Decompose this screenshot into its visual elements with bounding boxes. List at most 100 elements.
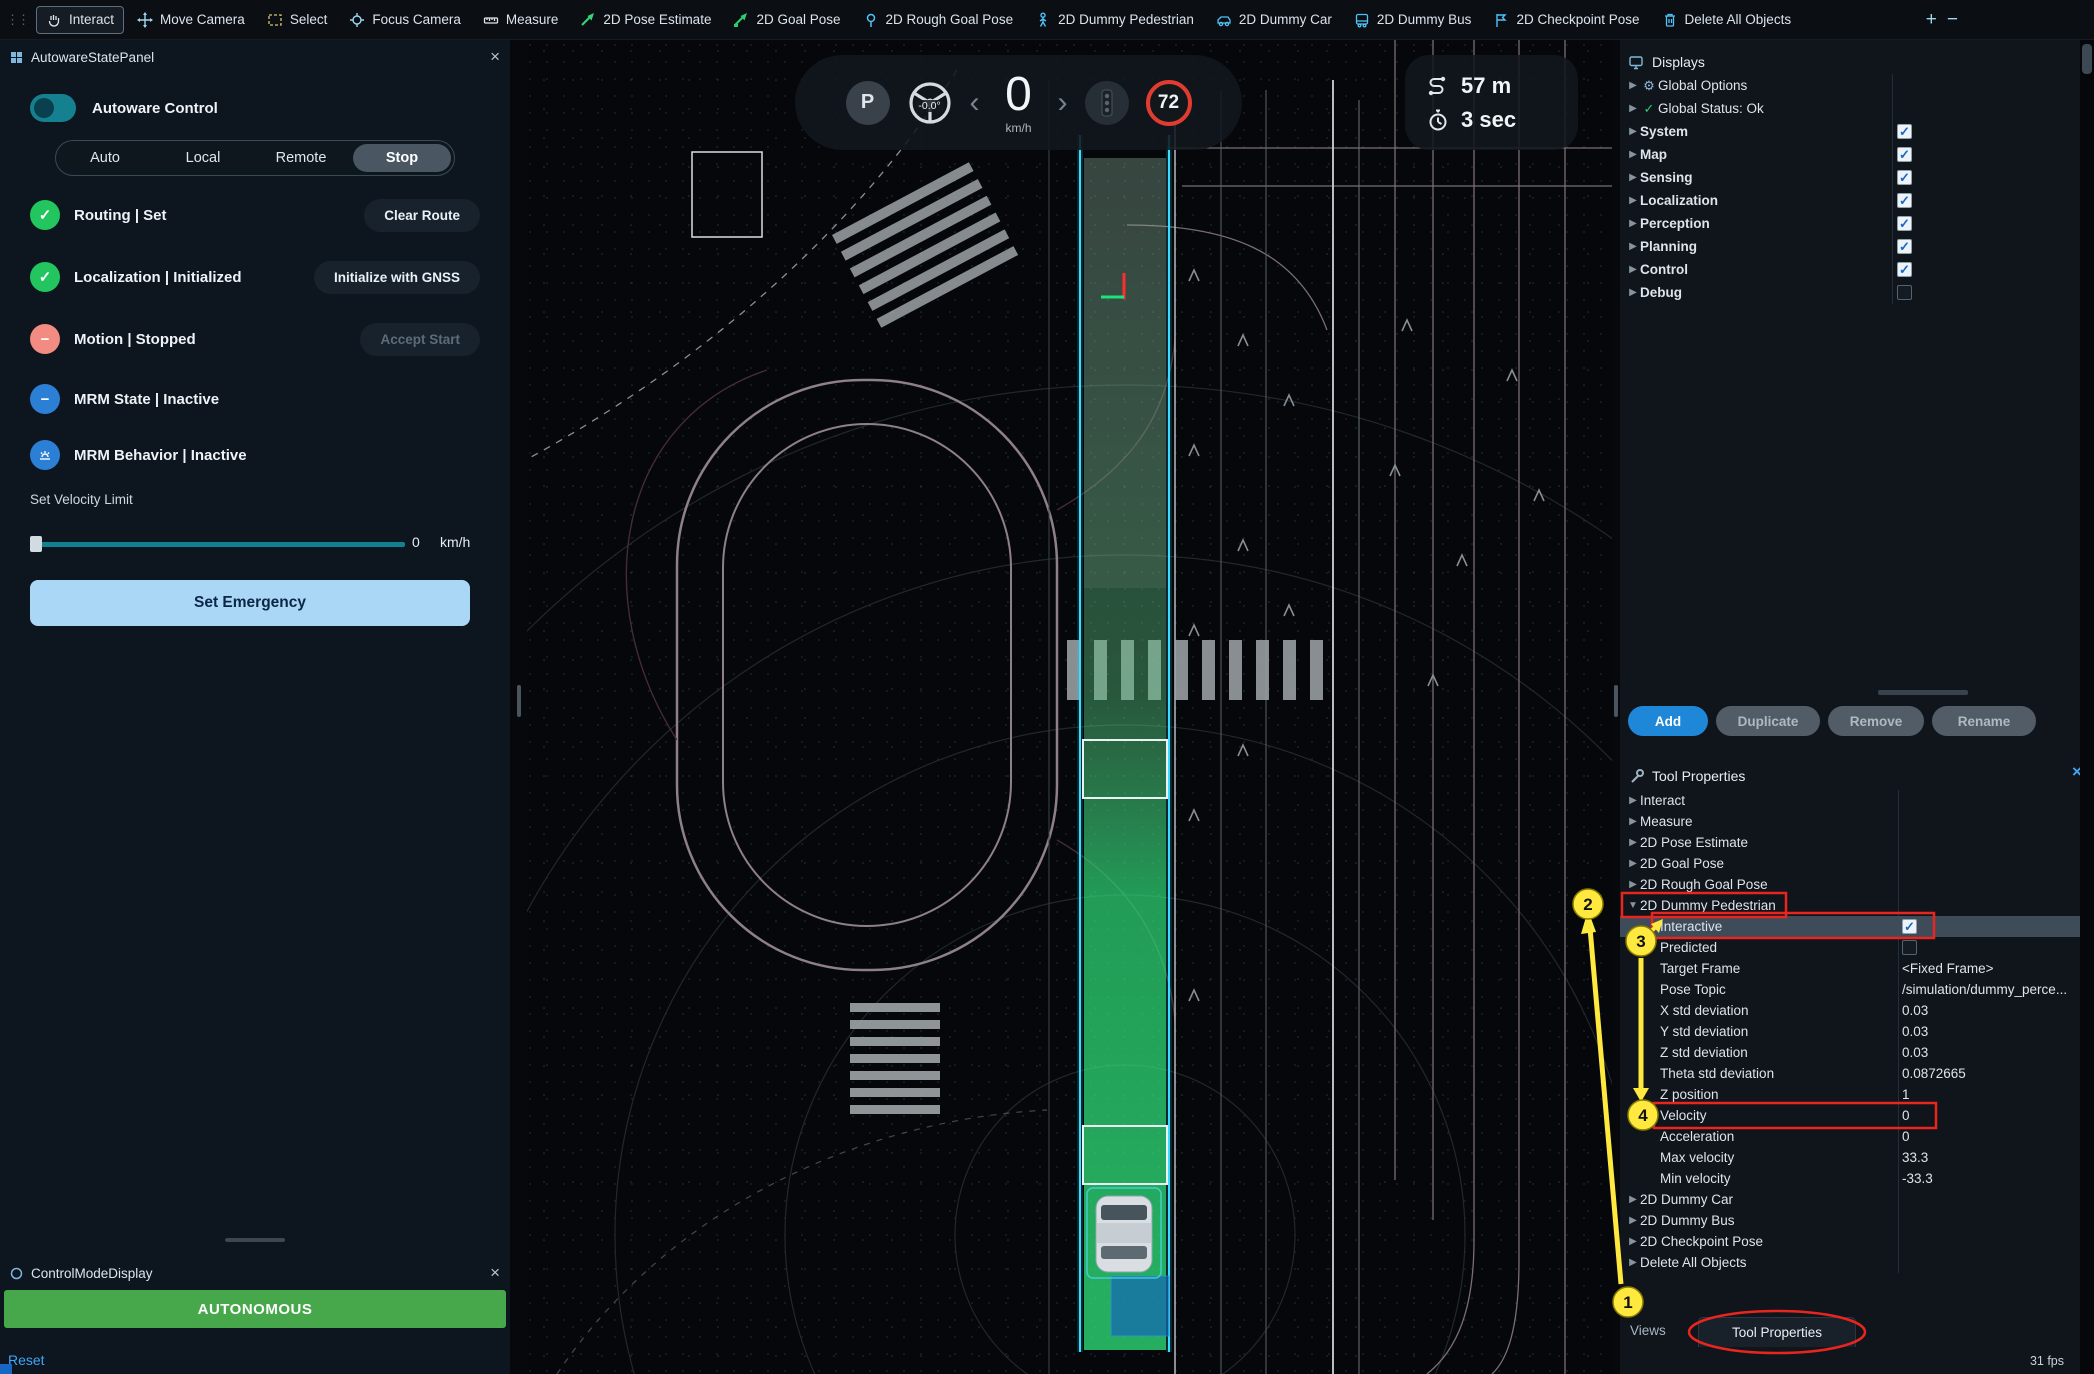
enabled-checkbox[interactable]: [1897, 147, 1912, 162]
display-row-localization[interactable]: ▶ Localization: [1620, 189, 2080, 212]
expander-icon[interactable]: ▶: [1626, 103, 1640, 114]
tool-row-delete-all-objects[interactable]: ▶Delete All Objects: [1620, 1252, 2080, 1273]
tool-button-2d-rough-goal-pose[interactable]: 2D Rough Goal Pose: [854, 7, 1023, 33]
tool-button-move-camera[interactable]: Move Camera: [128, 7, 254, 33]
prop-row-z-std[interactable]: Z std deviation0.03: [1620, 1042, 2080, 1063]
expander-icon[interactable]: ▶: [1626, 126, 1640, 137]
tool-row-2d-dummy-bus[interactable]: ▶2D Dummy Bus: [1620, 1210, 2080, 1231]
tool-button-2d-goal-pose[interactable]: 2D Goal Pose: [724, 7, 849, 33]
prop-row-target-frame[interactable]: Target Frame<Fixed Frame>: [1620, 958, 2080, 979]
expander-icon[interactable]: ▶: [1626, 858, 1640, 869]
display-row-map[interactable]: ▶ Map: [1620, 143, 2080, 166]
prop-value[interactable]: 0.03: [1902, 1003, 1928, 1018]
tool-button-focus-camera[interactable]: Focus Camera: [340, 7, 470, 33]
remove-tool-button[interactable]: −: [1947, 10, 1958, 29]
enabled-checkbox[interactable]: [1897, 170, 1912, 185]
expander-icon[interactable]: ▶: [1626, 241, 1640, 252]
tab-views[interactable]: Views: [1630, 1323, 1666, 1338]
expander-icon[interactable]: ▶: [1626, 1215, 1640, 1226]
expander-icon[interactable]: ▶: [1626, 1236, 1640, 1247]
horizontal-scrollbar[interactable]: [1878, 690, 1968, 695]
mode-local-button[interactable]: Local: [154, 141, 252, 175]
clear-route-button[interactable]: Clear Route: [364, 199, 480, 232]
prop-row-pose-topic[interactable]: Pose Topic/simulation/dummy_perce...: [1620, 979, 2080, 1000]
display-row-control[interactable]: ▶ Control: [1620, 258, 2080, 281]
tool-row-interact[interactable]: ▶Interact: [1620, 790, 2080, 811]
prop-value[interactable]: 0.03: [1902, 1045, 1928, 1060]
expander-icon[interactable]: ▶: [1626, 816, 1640, 827]
prop-row-theta-std[interactable]: Theta std deviation0.0872665: [1620, 1063, 2080, 1084]
expander-icon[interactable]: ▶: [1626, 195, 1640, 206]
expander-icon[interactable]: ▼: [1626, 900, 1640, 911]
expander-icon[interactable]: ▶: [1626, 287, 1640, 298]
slider-knob[interactable]: [30, 536, 42, 552]
tool-row-2d-rough-goal-pose[interactable]: ▶2D Rough Goal Pose: [1620, 874, 2080, 895]
tool-button-interact[interactable]: Interact: [36, 6, 124, 34]
mode-remote-button[interactable]: Remote: [252, 141, 350, 175]
expander-icon[interactable]: ▶: [1626, 879, 1640, 890]
close-icon[interactable]: ×: [490, 47, 500, 67]
accept-start-button[interactable]: Accept Start: [360, 323, 480, 356]
tool-button-select[interactable]: Select: [258, 7, 337, 33]
tool-button-2d-dummy-bus[interactable]: 2D Dummy Bus: [1345, 7, 1481, 33]
prop-value[interactable]: 0: [1902, 1108, 1910, 1123]
prop-value[interactable]: 33.3: [1902, 1150, 1928, 1165]
display-row-global-status[interactable]: ▶ ✓ Global Status: Ok: [1620, 97, 2080, 120]
tool-row-measure[interactable]: ▶Measure: [1620, 811, 2080, 832]
tool-button-2d-pose-estimate[interactable]: 2D Pose Estimate: [571, 7, 720, 33]
prop-row-y-std[interactable]: Y std deviation0.03: [1620, 1021, 2080, 1042]
left-splitter[interactable]: [510, 40, 527, 1374]
initialize-gnss-button[interactable]: Initialize with GNSS: [314, 261, 480, 294]
tool-row-2d-pose-estimate[interactable]: ▶2D Pose Estimate: [1620, 832, 2080, 853]
tool-button-2d-checkpoint-pose[interactable]: 2D Checkpoint Pose: [1484, 7, 1648, 33]
prop-row-max-velocity[interactable]: Max velocity33.3: [1620, 1147, 2080, 1168]
tool-row-2d-checkpoint-pose[interactable]: ▶2D Checkpoint Pose: [1620, 1231, 2080, 1252]
tool-row-2d-dummy-pedestrian[interactable]: ▼2D Dummy Pedestrian: [1620, 895, 2080, 916]
tab-tool-properties[interactable]: Tool Properties: [1698, 1317, 1856, 1347]
set-emergency-button[interactable]: Set Emergency: [30, 580, 470, 626]
tool-row-2d-dummy-car[interactable]: ▶2D Dummy Car: [1620, 1189, 2080, 1210]
tool-button-2d-dummy-pedestrian[interactable]: 2D Dummy Pedestrian: [1026, 7, 1203, 33]
expander-icon[interactable]: ▶: [1626, 80, 1640, 91]
display-row-planning[interactable]: ▶ Planning: [1620, 235, 2080, 258]
tool-button-2d-dummy-car[interactable]: 2D Dummy Car: [1207, 7, 1341, 33]
prop-value[interactable]: 0.03: [1902, 1024, 1928, 1039]
duplicate-display-button[interactable]: Duplicate: [1716, 706, 1820, 736]
expander-icon[interactable]: ▶: [1626, 837, 1640, 848]
3d-viewport[interactable]: P -0.0° ‹ 0 km/h › 72 57 m 3 sec: [527, 40, 1612, 1374]
prop-value[interactable]: 1: [1902, 1087, 1910, 1102]
velocity-limit-slider[interactable]: [30, 542, 405, 547]
enabled-checkbox[interactable]: [1897, 239, 1912, 254]
prop-value[interactable]: 0: [1902, 1129, 1910, 1144]
tool-button-measure[interactable]: Measure: [474, 7, 568, 33]
window-scrollbar[interactable]: [2080, 40, 2094, 1374]
enabled-checkbox[interactable]: [1897, 124, 1912, 139]
prop-value[interactable]: <Fixed Frame>: [1902, 961, 1994, 976]
prop-row-x-std[interactable]: X std deviation0.03: [1620, 1000, 2080, 1021]
expander-icon[interactable]: ▶: [1626, 149, 1640, 160]
display-row-system[interactable]: ▶ System: [1620, 120, 2080, 143]
right-splitter[interactable]: [1612, 40, 1620, 1374]
add-tool-button[interactable]: +: [1926, 10, 1937, 29]
enabled-checkbox[interactable]: [1897, 285, 1912, 300]
expander-icon[interactable]: ▶: [1626, 795, 1640, 806]
expander-icon[interactable]: ▶: [1626, 1257, 1640, 1268]
reset-button[interactable]: Reset: [8, 1352, 45, 1368]
prop-row-predicted[interactable]: Predicted: [1620, 937, 2080, 958]
display-row-perception[interactable]: ▶ Perception: [1620, 212, 2080, 235]
autoware-control-toggle[interactable]: [30, 94, 76, 122]
prop-row-acceleration[interactable]: Acceleration0: [1620, 1126, 2080, 1147]
expander-icon[interactable]: ▶: [1626, 1194, 1640, 1205]
close-icon[interactable]: ×: [490, 1263, 500, 1283]
toolbar-grip-icon[interactable]: ⋮⋮: [6, 12, 28, 28]
interactive-checkbox[interactable]: [1902, 919, 1917, 934]
add-display-button[interactable]: Add: [1628, 706, 1708, 736]
prop-value[interactable]: 0.0872665: [1902, 1066, 1966, 1081]
tool-button-delete-all-objects[interactable]: Delete All Objects: [1653, 7, 1801, 33]
expander-icon[interactable]: ▶: [1626, 172, 1640, 183]
prop-value[interactable]: -33.3: [1902, 1171, 1933, 1186]
prop-row-z-position[interactable]: Z position1: [1620, 1084, 2080, 1105]
enabled-checkbox[interactable]: [1897, 262, 1912, 277]
display-row-global-options[interactable]: ▶ ⚙ Global Options: [1620, 74, 2080, 97]
display-row-sensing[interactable]: ▶ Sensing: [1620, 166, 2080, 189]
